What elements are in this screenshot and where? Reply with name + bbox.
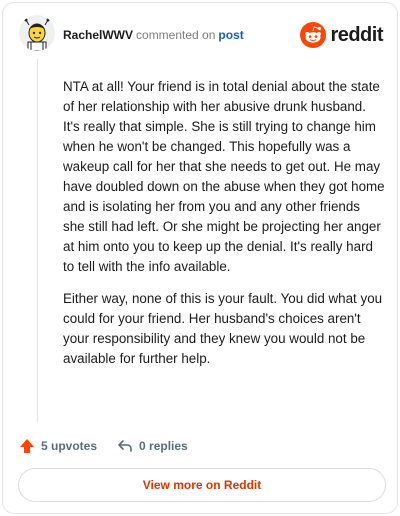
embedded-comment-card: RachelWWV commented on post reddit NTA at … xyxy=(2,2,398,514)
reply-count: 0 replies xyxy=(139,439,188,453)
thread-line xyxy=(37,59,38,422)
username-link[interactable]: RachelWWV xyxy=(63,28,133,42)
comment-body: NTA at all! Your friend is in total deni… xyxy=(63,77,385,381)
view-more-button[interactable]: View more on Reddit xyxy=(18,468,386,502)
reddit-wordmark: reddit xyxy=(330,24,383,46)
upvote-arrow-icon xyxy=(20,439,34,453)
action-text: commented on xyxy=(136,28,216,42)
comment-meta: RachelWWV commented on post xyxy=(63,28,244,43)
reply-button[interactable]: 0 replies xyxy=(117,438,188,454)
post-link[interactable]: post xyxy=(218,28,243,42)
reddit-snoo-icon xyxy=(300,22,327,48)
comment-paragraph-2: Either way, none of this is your fault. … xyxy=(63,291,383,366)
avatar-image xyxy=(19,15,55,51)
reply-arrow-icon xyxy=(118,440,132,452)
comment-paragraph-1: NTA at all! Your friend is in total deni… xyxy=(63,79,385,274)
view-more-label: View more on Reddit xyxy=(142,478,262,492)
upvote-button[interactable]: 5 upvotes xyxy=(19,438,97,454)
upvote-count: 5 upvotes xyxy=(41,439,98,453)
comment-actions: 5 upvotes 0 replies xyxy=(19,435,208,457)
reddit-brand-link[interactable]: reddit xyxy=(300,22,383,48)
user-avatar[interactable] xyxy=(19,15,55,51)
comment-header: RachelWWV commented on post reddit xyxy=(3,3,397,65)
